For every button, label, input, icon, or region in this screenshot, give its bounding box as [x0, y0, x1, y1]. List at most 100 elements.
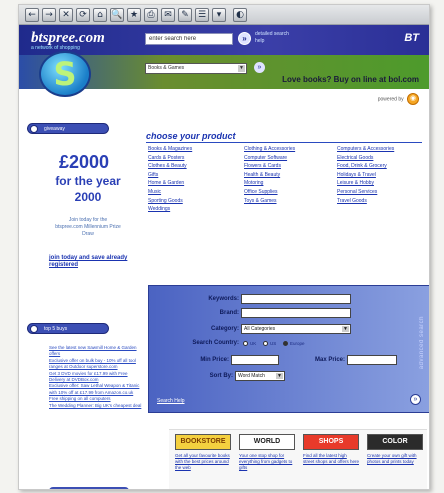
category-go-button[interactable]: » [254, 62, 265, 73]
country-us-label: US [270, 341, 277, 346]
category-dropdown-value: All Categories [244, 326, 276, 332]
back-icon[interactable]: ← [25, 8, 39, 22]
promo-description[interactable]: Create your own gift with photos and pri… [367, 453, 423, 465]
product-link[interactable]: Sporting Goods [148, 197, 240, 206]
prize-period-text: for the year [55, 174, 121, 188]
chevron-down-icon: ▼ [276, 373, 283, 379]
list-item[interactable]: Exclusive offer: Saw Lethal Weapon & Tit… [49, 383, 143, 396]
product-link[interactable]: Leisure & Hobby [337, 179, 429, 188]
product-link[interactable]: Motoring [244, 179, 336, 188]
mail-icon[interactable]: ✉ [161, 8, 175, 22]
promo-image[interactable]: WORLD [239, 434, 295, 450]
product-link[interactable]: Holidays & Travel [337, 171, 429, 180]
brand-label: Brand: [219, 310, 239, 316]
product-link[interactable]: Weddings [148, 205, 240, 214]
top-buys-pill[interactable]: top 5 buys [27, 323, 109, 334]
forward-icon[interactable]: → [42, 8, 56, 22]
category-select[interactable]: Books & Games ▼ [145, 63, 247, 74]
country-radio-europe[interactable] [283, 341, 288, 346]
product-link[interactable]: Books & Magazines [148, 145, 240, 154]
chevron-down-icon: ▼ [342, 326, 349, 332]
join-link[interactable]: join today and save already registered [49, 255, 135, 269]
browser-toolbar: ← → ✕ ⟳ ⌂ 🔍 ★ ⎙ ✉ ✎ ☰ ▾ ◐ [19, 5, 429, 25]
detailed-search-label: detailed search [255, 31, 289, 37]
promo-strip: BOOKSTORE Get all your favourite books w… [169, 429, 427, 489]
max-price-input[interactable] [347, 355, 397, 365]
bt-logo: BT [404, 32, 419, 44]
favorites-icon[interactable]: ★ [127, 8, 141, 22]
product-link[interactable]: Clothing & Accessories [244, 145, 336, 154]
dropdown-icon[interactable]: ▾ [212, 8, 226, 22]
product-link[interactable]: Music [148, 188, 240, 197]
min-price-label: Min Price: [200, 357, 229, 363]
country-radio-us[interactable] [263, 341, 268, 346]
product-link[interactable]: Office Supplies [244, 188, 336, 197]
list-item[interactable]: See the latest new Sawmill Home & Garden… [49, 345, 143, 358]
detailed-search-link[interactable]: detailed search help [255, 31, 305, 45]
category-dropdown[interactable]: All Categories ▼ [241, 324, 351, 334]
promo-card[interactable]: SHOPS Find all the latest high street sh… [303, 434, 359, 465]
top-buys-list: See the latest new Sawmill Home & Garden… [49, 345, 143, 409]
promo-card[interactable]: COLOR Create your own gift with photos a… [367, 434, 423, 465]
list-item[interactable]: The Wedding Planner: Big UK's cheapest d… [49, 403, 143, 409]
search-submit-button[interactable]: » [410, 394, 421, 405]
product-link[interactable]: Home & Garden [148, 179, 240, 188]
keywords-input[interactable] [241, 294, 351, 304]
sponsor-badge-icon: ◉ [407, 93, 419, 105]
product-link[interactable]: Computer Software [244, 154, 336, 163]
site-search-input[interactable] [145, 33, 233, 45]
product-column-2: Clothing & Accessories Computer Software… [244, 145, 336, 205]
keywords-label: Keywords: [208, 296, 239, 302]
prize-year: 2000 [74, 190, 102, 204]
giveaway-pill[interactable]: giveaway [27, 123, 109, 134]
search-icon[interactable]: 🔍 [110, 8, 124, 22]
browser-window: ← → ✕ ⟳ ⌂ 🔍 ★ ⎙ ✉ ✎ ☰ ▾ ◐ btspree.com a … [18, 4, 430, 490]
spree-s-logo[interactable]: S [39, 51, 91, 97]
product-link[interactable]: Travel Goods [337, 197, 429, 206]
list-item[interactable]: Exclusive offer on bulk buy - 10% off al… [49, 358, 143, 371]
promo-description[interactable]: Your one stop shop for everything from g… [239, 453, 295, 471]
max-price-label: Max Price: [314, 357, 345, 363]
bottom-pill[interactable] [49, 487, 129, 489]
top-buys-pill-label: top 5 buys [44, 326, 68, 332]
menu-icon[interactable]: ☰ [195, 8, 209, 22]
sort-dropdown[interactable]: Word Match ▼ [235, 371, 285, 381]
min-price-input[interactable] [231, 355, 279, 365]
product-link[interactable]: Flowers & Cards [244, 162, 336, 171]
promo-image[interactable]: BOOKSTORE [175, 434, 231, 450]
promo-image[interactable]: COLOR [367, 434, 423, 450]
country-uk-label: UK [250, 341, 257, 346]
sort-dropdown-value: Word Match [238, 373, 265, 379]
edit-icon[interactable]: ✎ [178, 8, 192, 22]
product-link[interactable]: Toys & Games [244, 197, 336, 206]
product-link[interactable]: Personal Services [337, 188, 429, 197]
bol-promo-text[interactable]: Love books? Buy on line at bol.com [282, 75, 419, 84]
choose-product-title: choose your product [146, 131, 236, 141]
brand-input[interactable] [241, 308, 351, 318]
list-item[interactable]: Get 3 DVD movies for £17.99 with Free De… [49, 371, 143, 384]
product-link[interactable]: Food, Drink & Grocery [337, 162, 429, 171]
stop-icon[interactable]: ✕ [59, 8, 73, 22]
product-link[interactable]: Clothes & Beauty [148, 162, 240, 171]
promo-description[interactable]: Find all the latest high street shops an… [303, 453, 359, 465]
chevron-down-icon: ▼ [238, 65, 245, 72]
promo-card[interactable]: BOOKSTORE Get all your favourite books w… [175, 434, 231, 471]
search-go-button[interactable]: » [238, 32, 251, 45]
product-link[interactable]: Gifts [148, 171, 240, 180]
product-link[interactable]: Electrical Goods [337, 154, 429, 163]
product-link[interactable]: Health & Beauty [244, 171, 336, 180]
search-help-link[interactable]: Search Help [157, 398, 185, 404]
divider [146, 142, 422, 143]
promo-image[interactable]: SHOPS [303, 434, 359, 450]
country-radio-uk[interactable] [243, 341, 248, 346]
help-link[interactable]: help [255, 38, 264, 44]
category-label: Category: [210, 326, 239, 332]
promo-description[interactable]: Get all your favourite books with the be… [175, 453, 231, 471]
home-icon[interactable]: ⌂ [93, 8, 107, 22]
refresh-icon[interactable]: ⟳ [76, 8, 90, 22]
promo-card[interactable]: WORLD Your one stop shop for everything … [239, 434, 295, 471]
print-icon[interactable]: ⎙ [144, 8, 158, 22]
product-link[interactable]: Computers & Accessories [337, 145, 429, 154]
sponsor-label: powered by ◉ [378, 93, 419, 105]
product-link[interactable]: Cards & Posters [148, 154, 240, 163]
